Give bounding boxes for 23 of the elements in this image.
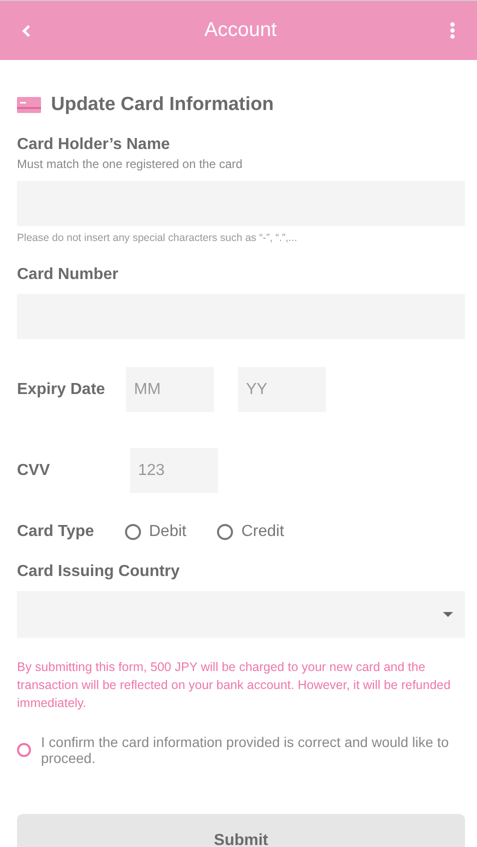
form-title: Update Card Information bbox=[51, 94, 274, 116]
header-title: Account bbox=[204, 19, 277, 42]
field-label: Card Type bbox=[17, 523, 96, 541]
field-label: CVV bbox=[17, 462, 51, 480]
caret-icon bbox=[443, 612, 453, 617]
card-icon bbox=[17, 97, 41, 113]
field-label: Card Holder’s Name bbox=[17, 136, 171, 154]
radio-option[interactable]: Debit bbox=[125, 523, 186, 541]
field-label: Expiry Date bbox=[17, 380, 106, 398]
back-icon[interactable] bbox=[22, 24, 31, 38]
submit-button[interactable]: Submit bbox=[17, 814, 465, 847]
field-label: Card Number bbox=[17, 266, 120, 284]
confirm-label: I confirm the card information provided is correct and would like to proceed. bbox=[41, 734, 450, 766]
field-hint: Must match the one registered on the card bbox=[17, 157, 244, 171]
field-note: Please do not insert any special characters such as “-”, “.”,... bbox=[17, 232, 298, 244]
charge-notice: By submitting this form, 500 JPY will be charged to your new card and the transaction will be reflected on your bank account. However, it will be refunded immediately. bbox=[17, 659, 452, 712]
field-label: Card Issuing Country bbox=[17, 563, 181, 581]
cvv-input[interactable]: 123 bbox=[130, 448, 218, 493]
year-input[interactable]: YY bbox=[238, 367, 326, 412]
confirm-radio[interactable] bbox=[17, 743, 31, 757]
radio-option[interactable]: Credit bbox=[217, 523, 284, 541]
month-input[interactable]: MM bbox=[126, 367, 214, 412]
more-icon[interactable] bbox=[450, 22, 455, 39]
